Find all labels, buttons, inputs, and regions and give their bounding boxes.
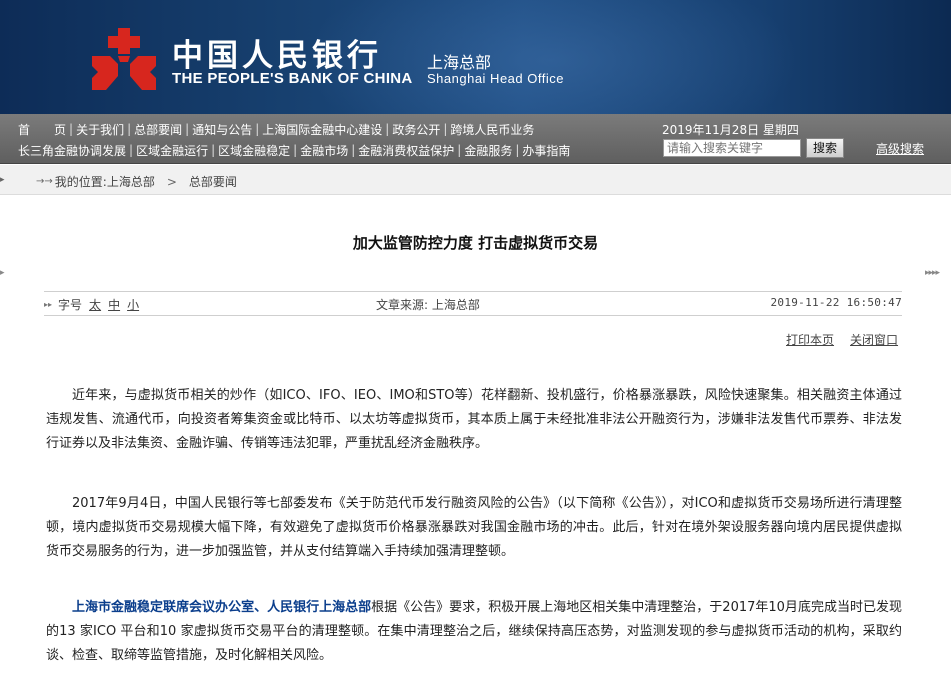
nav-separator: | xyxy=(255,122,260,136)
nav-separator: | xyxy=(457,143,462,157)
article-tools: 打印本页 关闭窗口 xyxy=(786,331,898,348)
article-paragraph-2: 2017年9月4日，中国人民银行等七部委发布《关于防范代币发行融资风险的公告》（… xyxy=(46,496,902,559)
article-meta-bar: ▸▸ 字号 太 中 小 文章来源: 上海总部 2019-11-22 16:50:… xyxy=(44,294,902,314)
nav-separator: | xyxy=(351,143,356,157)
breadcrumb: →→ 我的位置: 上海总部 > 总部要闻 xyxy=(36,173,237,190)
close-window-link[interactable]: 关闭窗口 xyxy=(850,331,898,348)
article-paragraph-3: 上海市金融稳定联席会议办公室、人民银行上海总部根据《公告》要求，积极开展上海地区… xyxy=(46,596,902,668)
print-page-link[interactable]: 打印本页 xyxy=(786,331,834,348)
double-arrow-icon: ▸▸ xyxy=(44,300,53,309)
nav-consumer-protection[interactable]: 金融消费权益保护 xyxy=(358,142,454,159)
chevron-right-icon: > xyxy=(166,174,177,189)
nav-separator: | xyxy=(293,143,298,157)
breadcrumb-hq-news[interactable]: 总部要闻 xyxy=(189,173,237,190)
search-button[interactable]: 搜索 xyxy=(806,138,844,158)
nav-hq-news[interactable]: 总部要闻 xyxy=(134,121,182,138)
nav-financial-center[interactable]: 上海国际金融中心建设 xyxy=(262,121,382,138)
font-size-large[interactable]: 太 xyxy=(89,296,101,313)
divider xyxy=(44,291,902,292)
article-datetime: 2019-11-22 16:50:47 xyxy=(770,296,902,309)
nav-about-us[interactable]: 关于我们 xyxy=(76,121,124,138)
font-size-label: 字号 xyxy=(58,298,83,312)
right-edge-arrow-icon: ▸▸▸▸ xyxy=(925,268,940,278)
nav-separator: | xyxy=(69,122,74,136)
bank-name-en: THE PEOPLE'S BANK OF CHINA xyxy=(172,70,413,87)
nav-regional-stability[interactable]: 区域金融稳定 xyxy=(218,142,290,159)
nav-row-1: 首 页 | 关于我们 | 总部要闻 | 通知与公告 | 上海国际金融中心建设 |… xyxy=(18,119,534,139)
article-title: 加大监管防控力度 打击虚拟货币交易 xyxy=(352,234,599,252)
left-edge-arrow-icon: ▸ xyxy=(0,268,5,278)
nav-separator: | xyxy=(127,122,132,136)
double-arrow-icon: →→ xyxy=(36,176,53,187)
nav-separator: | xyxy=(443,122,448,136)
article-paragraph-1: 近年来，与虚拟货币相关的炒作（如ICO、IFO、IEO、IMO和STO等）花样翻… xyxy=(46,388,902,451)
nav-notices[interactable]: 通知与公告 xyxy=(192,121,252,138)
font-size-small[interactable]: 小 xyxy=(127,296,139,313)
nav-separator: | xyxy=(385,122,390,136)
nav-separator: | xyxy=(211,143,216,157)
nav-service-guide[interactable]: 办事指南 xyxy=(522,142,570,159)
header-banner: 中国人民银行 THE PEOPLE'S BANK OF CHINA 上海总部 S… xyxy=(0,0,951,114)
nav-regional-operation[interactable]: 区域金融运行 xyxy=(136,142,208,159)
branch-name-en: Shanghai Head Office xyxy=(427,71,564,86)
nav-separator: | xyxy=(515,143,520,157)
bank-name-cn: 中国人民银行 xyxy=(172,38,382,74)
font-size-controls: ▸▸ 字号 太 中 小 xyxy=(44,296,139,313)
nav-separator: | xyxy=(129,143,134,157)
current-date: 2019年11月28日 星期四 xyxy=(662,123,799,137)
advanced-search-link[interactable]: 高级搜索 xyxy=(876,140,924,157)
breadcrumb-shanghai-hq[interactable]: 上海总部 xyxy=(107,173,155,190)
nav-financial-market[interactable]: 金融市场 xyxy=(300,142,348,159)
nav-separator: | xyxy=(185,122,190,136)
nav-government-affairs[interactable]: 政务公开 xyxy=(392,121,440,138)
nav-cross-border-rmb[interactable]: 跨境人民币业务 xyxy=(450,121,534,138)
search-input[interactable] xyxy=(663,139,801,157)
highlighted-organizations: 上海市金融稳定联席会议办公室、人民银行上海总部 xyxy=(72,600,372,615)
corner-arrow-icon: ▸ xyxy=(0,175,5,185)
nav-home[interactable]: 首 页 xyxy=(18,121,66,138)
divider xyxy=(44,315,902,316)
article-source: 文章来源: 上海总部 xyxy=(376,298,480,312)
nav-row-2: 长三角金融协调发展 | 区域金融运行 | 区域金融稳定 | 金融市场 | 金融消… xyxy=(18,140,570,160)
branch-name-cn: 上海总部 xyxy=(427,53,492,72)
breadcrumb-bar: ▸ →→ 我的位置: 上海总部 > 总部要闻 xyxy=(0,165,951,195)
breadcrumb-label: 我的位置: xyxy=(54,175,107,189)
nav-financial-services[interactable]: 金融服务 xyxy=(464,142,512,159)
pboc-logo-icon xyxy=(92,28,156,90)
font-size-medium[interactable]: 中 xyxy=(108,296,120,313)
main-navigation: 首 页 | 关于我们 | 总部要闻 | 通知与公告 | 上海国际金融中心建设 |… xyxy=(0,114,951,164)
nav-yangtze-delta[interactable]: 长三角金融协调发展 xyxy=(18,142,126,159)
